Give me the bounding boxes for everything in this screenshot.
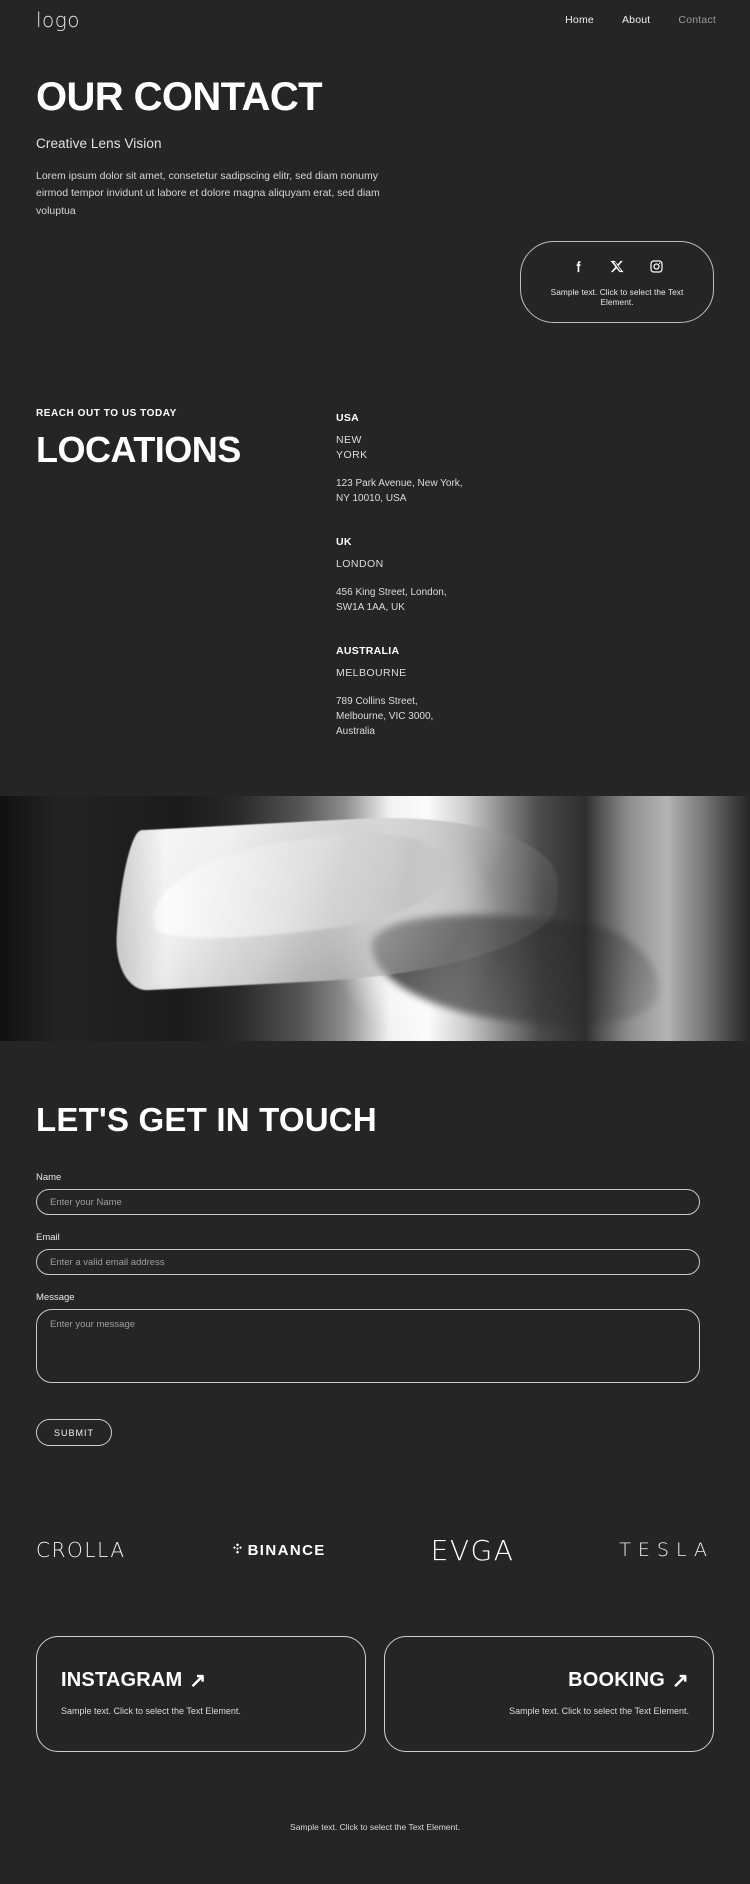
brand-logo-crolla: CROLLA xyxy=(36,1536,126,1564)
location-address: 123 Park Avenue, New York, NY 10010, USA xyxy=(336,477,463,504)
arrow-up-right-icon: ↗ xyxy=(189,1670,207,1693)
location-city: LONDON xyxy=(336,557,384,570)
brand-logo-tesla-label: TESLA xyxy=(619,1539,714,1562)
locations-section: REACH OUT TO US TODAY LOCATIONS USA NEW … xyxy=(0,323,750,739)
hero-paragraph: Lorem ipsum dolor sit amet, consetetur s… xyxy=(36,170,380,217)
cta-card-booking-note: Sample text. Click to select the Text El… xyxy=(509,1706,689,1717)
nav-link-home[interactable]: Home xyxy=(565,14,594,26)
x-twitter-icon[interactable] xyxy=(610,259,625,274)
brand-logo-crolla-label: CROLLA xyxy=(36,1538,126,1563)
name-label: Name xyxy=(36,1172,62,1184)
brand-logo-binance-label: BINANCE xyxy=(247,1541,326,1559)
locations-eyebrow: REACH OUT TO US TODAY xyxy=(36,407,177,419)
page-title: OUR CONTACT xyxy=(36,75,323,119)
locations-list: USA NEW YORK 123 Park Avenue, New York, … xyxy=(336,408,714,739)
message-label: Message xyxy=(36,1292,75,1304)
location-address: 456 King Street, London, SW1A 1AA, UK xyxy=(336,586,447,613)
location-item: USA NEW YORK 123 Park Avenue, New York, … xyxy=(336,412,714,506)
brand-logo-binance: BINANCE xyxy=(231,1536,326,1564)
cta-card-instagram-note: Sample text. Click to select the Text El… xyxy=(61,1706,241,1717)
social-card-note: Sample text. Click to select the Text El… xyxy=(550,286,684,307)
nav-link-contact[interactable]: Contact xyxy=(678,14,716,26)
location-country: USA xyxy=(336,411,360,424)
nav-links: Home About Contact xyxy=(565,14,716,26)
binance-diamond-icon xyxy=(231,1542,244,1559)
footer-note: Sample text. Click to select the Text El… xyxy=(290,1822,460,1833)
message-field-group: Message xyxy=(36,1292,714,1388)
social-card-wrap: Sample text. Click to select the Text El… xyxy=(0,220,750,323)
location-address: 789 Collins Street, Melbourne, VIC 3000,… xyxy=(336,695,434,737)
hero-section: OUR CONTACT Creative Lens Vision Lorem i… xyxy=(0,40,750,220)
submit-button[interactable]: SUBMIT xyxy=(36,1419,113,1447)
locations-title: LOCATIONS xyxy=(36,428,241,470)
location-country: AUSTRALIA xyxy=(336,644,400,657)
location-city: NEW YORK xyxy=(336,433,368,461)
nav-link-about[interactable]: About xyxy=(622,14,650,26)
hero-image-vignette xyxy=(0,795,750,1041)
cta-card-booking-label: BOOKING xyxy=(568,1669,666,1692)
email-input[interactable] xyxy=(36,1249,700,1276)
contact-form: Name Email Message SUBMIT xyxy=(36,1172,714,1447)
location-item: UK LONDON 456 King Street, London, SW1A … xyxy=(336,536,714,615)
brand-logo-evga-label: EVGA xyxy=(430,1533,515,1567)
cta-cards-row: INSTAGRAM ↗ Sample text. Click to select… xyxy=(0,1564,750,1753)
facebook-icon[interactable] xyxy=(571,259,586,274)
email-field-group: Email xyxy=(36,1232,714,1276)
location-city: MELBOURNE xyxy=(336,666,407,679)
hero-image xyxy=(0,795,750,1041)
name-input[interactable] xyxy=(36,1189,700,1216)
hero-subtitle: Creative Lens Vision xyxy=(36,136,162,151)
contact-page: logo Home About Contact OUR CONTACT Crea… xyxy=(0,0,750,1884)
brand-logo-evga: EVGA xyxy=(430,1533,515,1567)
footer: Sample text. Click to select the Text El… xyxy=(0,1752,750,1862)
locations-heading-group: REACH OUT TO US TODAY LOCATIONS xyxy=(36,408,336,739)
site-logo[interactable]: logo xyxy=(36,8,80,32)
location-country: UK xyxy=(336,535,352,548)
location-item: AUSTRALIA MELBOURNE 789 Collins Street, … xyxy=(336,645,714,739)
cta-card-instagram[interactable]: INSTAGRAM ↗ Sample text. Click to select… xyxy=(36,1636,366,1753)
message-input[interactable] xyxy=(36,1309,700,1384)
instagram-icon[interactable] xyxy=(649,259,664,274)
social-card: Sample text. Click to select the Text El… xyxy=(520,240,714,323)
contact-form-title: LET'S GET IN TOUCH xyxy=(36,1100,377,1138)
navbar: logo Home About Contact xyxy=(0,0,750,40)
arrow-up-right-icon: ↗ xyxy=(672,1670,689,1693)
social-icons xyxy=(535,259,699,274)
cta-card-instagram-label: INSTAGRAM xyxy=(61,1669,183,1692)
name-field-group: Name xyxy=(36,1172,714,1216)
cta-card-booking[interactable]: BOOKING ↗ Sample text. Click to select t… xyxy=(384,1636,714,1753)
email-label: Email xyxy=(36,1232,60,1244)
brand-logo-tesla: TESLA xyxy=(619,1536,714,1564)
contact-form-section: LET'S GET IN TOUCH Name Email Message SU… xyxy=(0,1041,750,1447)
brand-logos-row: CROLLA BINANCE EVGA TESLA xyxy=(0,1446,750,1567)
